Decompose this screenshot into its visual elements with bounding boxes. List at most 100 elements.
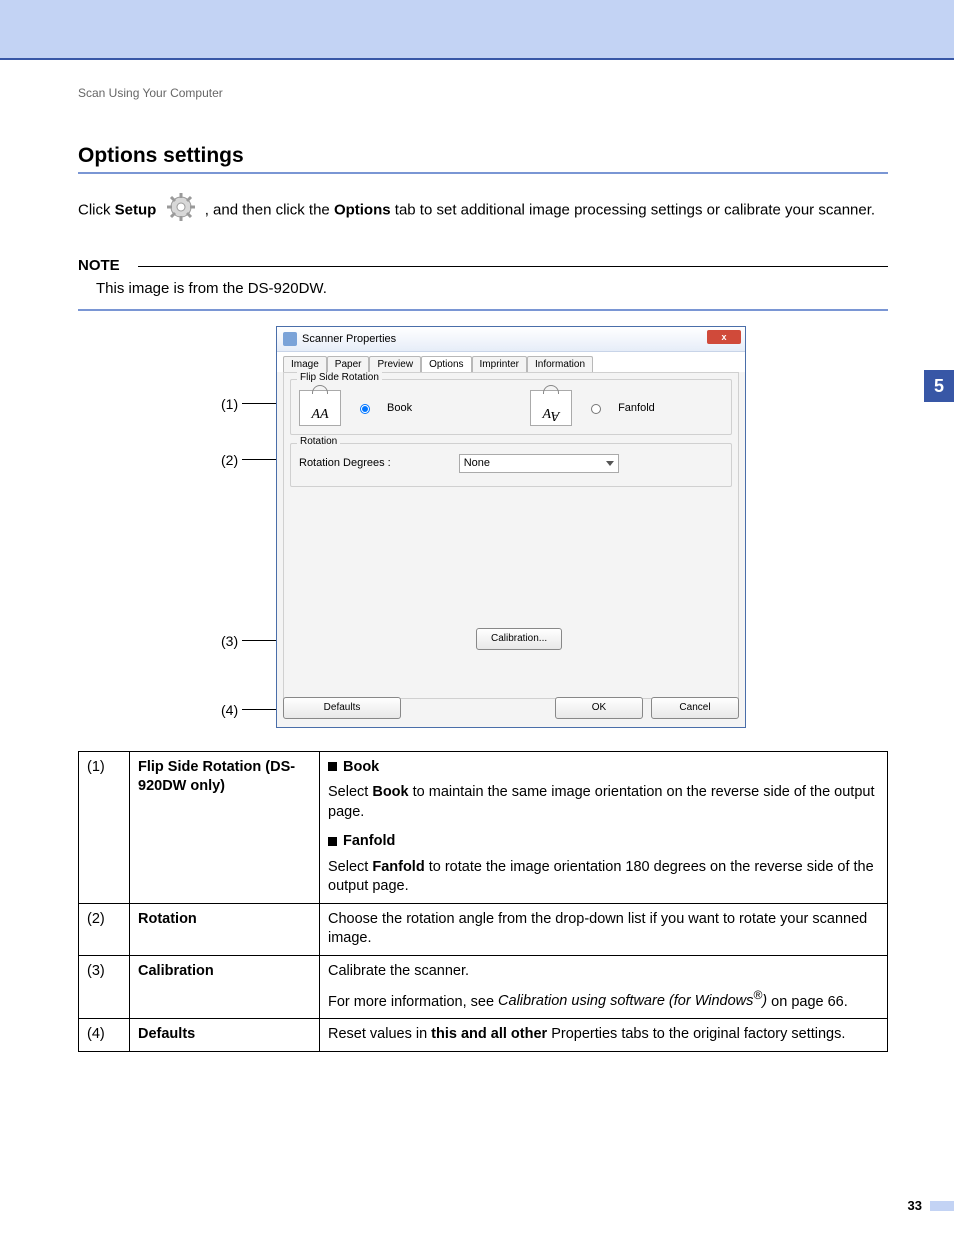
r4-a: Reset values in [328, 1026, 431, 1042]
r4-b: this and all other [431, 1026, 547, 1042]
r1-h1: Book [343, 759, 379, 775]
scanner-properties-dialog: Scanner Properties x Image Paper Preview… [276, 326, 746, 728]
callout-1: (1) [221, 396, 281, 412]
c4-label: (4) [221, 702, 238, 718]
r4-c: Properties tabs to the original factory … [547, 1026, 845, 1042]
cell-r4-desc: Reset values in this and all other Prope… [320, 1018, 888, 1051]
r3-l2sup: ® [753, 989, 762, 1003]
radio-fanfold-label: Fanfold [618, 402, 655, 414]
options-table: (1) Flip Side Rotation (DS-920DW only) B… [78, 751, 888, 1052]
radio-book-label: Book [387, 402, 412, 414]
square-bullet-icon [328, 762, 337, 771]
tab-strip: Image Paper Preview Options Imprinter In… [277, 352, 745, 372]
r3-l2b: Calibration using software (for Windows [498, 993, 753, 1009]
intro-setup: Setup [115, 202, 157, 219]
r1-p2b: Fanfold [372, 859, 424, 875]
note-heading-row: NOTE [78, 252, 888, 272]
flip-legend: Flip Side Rotation [297, 372, 382, 383]
dialog-title: Scanner Properties [302, 333, 396, 345]
radio-fanfold[interactable] [591, 404, 601, 414]
rotation-value: None [464, 457, 490, 469]
top-band [0, 0, 954, 58]
defaults-button[interactable]: Defaults [283, 697, 401, 719]
heading-divider [78, 172, 888, 174]
dialog-titlebar: Scanner Properties x [277, 327, 745, 352]
intro-paragraph: Click Setup , and then click the Options… [78, 192, 888, 230]
radio-book[interactable] [360, 404, 370, 414]
scanner-icon [283, 332, 297, 346]
note-text: This image is from the DS-920DW. [96, 280, 888, 297]
rotation-select[interactable]: None [459, 454, 619, 473]
page: 5 Scan Using Your Computer Options setti… [0, 0, 954, 1235]
tab-information[interactable]: Information [527, 356, 593, 372]
page-title: Options settings [78, 144, 888, 168]
r1-p1c: to maintain the same image orientation o… [328, 784, 874, 820]
book-orientation-icon: AA [299, 390, 341, 426]
top-rule [0, 58, 954, 60]
close-button[interactable]: x [707, 330, 741, 344]
r3-l2d: on page 66. [767, 993, 848, 1009]
c1-label: (1) [221, 396, 238, 412]
table-row: (2) Rotation Choose the rotation angle f… [79, 903, 888, 955]
intro-mid: , and then click the [205, 202, 334, 219]
flip-row: AA Book AA Fanfold [299, 390, 723, 426]
r1-p1b: Book [372, 784, 408, 800]
rotation-legend: Rotation [297, 436, 340, 447]
cell-r3-n: (3) [79, 956, 130, 1019]
rotation-label: Rotation Degrees : [299, 457, 391, 469]
cell-r1-n: (1) [79, 751, 130, 903]
cell-r2-label: Rotation [130, 903, 320, 955]
flip-side-rotation-group: Flip Side Rotation AA Book AA Fanfold [290, 379, 732, 435]
rotation-row: Rotation Degrees : None [299, 454, 723, 473]
cell-r4-label: Defaults [130, 1018, 320, 1051]
note-rule [138, 266, 888, 267]
cell-r2-desc: Choose the rotation angle from the drop-… [320, 903, 888, 955]
tab-image[interactable]: Image [283, 356, 327, 372]
gear-icon [164, 192, 198, 230]
page-number: 33 [908, 1198, 922, 1213]
cancel-button[interactable]: Cancel [651, 697, 739, 719]
c2-label: (2) [221, 452, 238, 468]
note-bottom-rule [78, 309, 888, 311]
intro-pre: Click [78, 202, 115, 219]
cell-r1-desc: Book Select Book to maintain the same im… [320, 751, 888, 903]
r1-p1a: Select [328, 784, 372, 800]
dialog-button-row: Defaults OK Cancel [283, 697, 739, 719]
chapter-tab: 5 [924, 370, 954, 402]
intro-post: tab to set additional image processing s… [395, 202, 875, 219]
intro-options: Options [334, 202, 391, 219]
callout-3: (3) [221, 633, 281, 649]
breadcrumb: Scan Using Your Computer [78, 86, 888, 100]
table-row: (3) Calibration Calibrate the scanner. F… [79, 956, 888, 1019]
table-row: (4) Defaults Reset values in this and al… [79, 1018, 888, 1051]
calibration-button[interactable]: Calibration... [476, 628, 562, 650]
cell-r3-desc: Calibrate the scanner. For more informat… [320, 956, 888, 1019]
c3-label: (3) [221, 633, 238, 649]
callout-4: (4) [221, 702, 281, 718]
callout-column: (1) (2) (3) (4) [221, 326, 281, 731]
screenshot-figure: (1) (2) (3) (4) Scanner Properties x Ima… [78, 326, 888, 731]
cell-r4-n: (4) [79, 1018, 130, 1051]
cell-r1-label: Flip Side Rotation (DS-920DW only) [130, 751, 320, 903]
note-label: NOTE [78, 257, 120, 274]
square-bullet-icon [328, 837, 337, 846]
page-number-band [930, 1201, 954, 1211]
callout-2: (2) [221, 452, 281, 468]
tab-paper[interactable]: Paper [327, 356, 370, 372]
r3-l1: Calibrate the scanner. [328, 962, 879, 982]
tab-options[interactable]: Options [421, 356, 471, 372]
tab-preview[interactable]: Preview [369, 356, 421, 372]
table-row: (1) Flip Side Rotation (DS-920DW only) B… [79, 751, 888, 903]
ok-button[interactable]: OK [555, 697, 643, 719]
r1-p2a: Select [328, 859, 372, 875]
cell-r2-n: (2) [79, 903, 130, 955]
tab-imprinter[interactable]: Imprinter [472, 356, 527, 372]
r3-l2a: For more information, see [328, 993, 498, 1009]
rotation-group: Rotation Rotation Degrees : None [290, 443, 732, 487]
content: Scan Using Your Computer Options setting… [78, 86, 888, 1052]
fanfold-orientation-icon: AA [530, 390, 572, 426]
chevron-down-icon [606, 461, 614, 466]
r1-h2: Fanfold [343, 833, 395, 849]
cell-r3-label: Calibration [130, 956, 320, 1019]
tab-body: Flip Side Rotation AA Book AA Fanfold R [283, 372, 739, 699]
